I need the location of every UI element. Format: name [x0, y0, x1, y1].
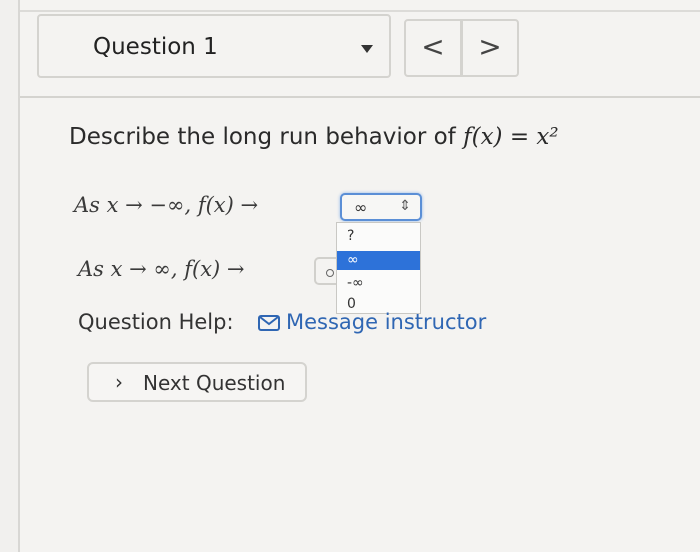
- prev-question-button[interactable]: <: [404, 19, 462, 77]
- dropdown-1-value: ∞: [354, 198, 368, 217]
- dropdown-2-indicator-icon: [326, 269, 334, 277]
- chevron-left-icon: <: [421, 30, 445, 63]
- screen: Question 1 < > Describe the long run beh…: [18, 0, 700, 552]
- top-border: [20, 10, 700, 12]
- behavior-line-pos-infinity: As x → ∞, f(x) →: [78, 257, 245, 281]
- question-select[interactable]: Question 1: [37, 14, 391, 78]
- next-question-label: Next Question: [143, 371, 286, 395]
- dropdown-option-highlighted[interactable]: ∞: [337, 251, 420, 270]
- function-expression: f(x) = x²: [463, 124, 559, 150]
- prompt-text: Describe the long run behavior of: [69, 124, 464, 150]
- answer-dropdown-1[interactable]: ∞ ⇕: [340, 193, 422, 221]
- caret-down-icon: [361, 45, 373, 53]
- next-question-button[interactable]: › Next Question: [87, 362, 307, 402]
- line1-text: As x → −∞, f(x) →: [74, 193, 259, 217]
- envelope-icon[interactable]: [258, 315, 280, 331]
- header-divider: [20, 96, 700, 98]
- message-instructor-link[interactable]: Message instructor: [286, 310, 486, 334]
- chevron-right-icon: >: [478, 30, 502, 63]
- updown-arrows-icon: ⇕: [399, 198, 411, 214]
- dropdown-option[interactable]: -∞: [337, 274, 420, 293]
- chevron-right-icon: ›: [115, 370, 123, 394]
- behavior-line-neg-infinity: As x → −∞, f(x) →: [74, 193, 258, 217]
- question-select-label: Question 1: [93, 34, 218, 60]
- next-question-arrow-button[interactable]: >: [461, 19, 519, 77]
- dropdown-1-options-list: ? ∞ -∞ 0: [336, 222, 421, 314]
- line2-text: As x → ∞, f(x) →: [78, 257, 245, 281]
- question-prompt: Describe the long run behavior of f(x) =…: [69, 124, 559, 150]
- dropdown-option[interactable]: ?: [337, 227, 420, 246]
- question-help-label: Question Help:: [78, 310, 234, 334]
- answer-dropdown-2[interactable]: [314, 257, 336, 285]
